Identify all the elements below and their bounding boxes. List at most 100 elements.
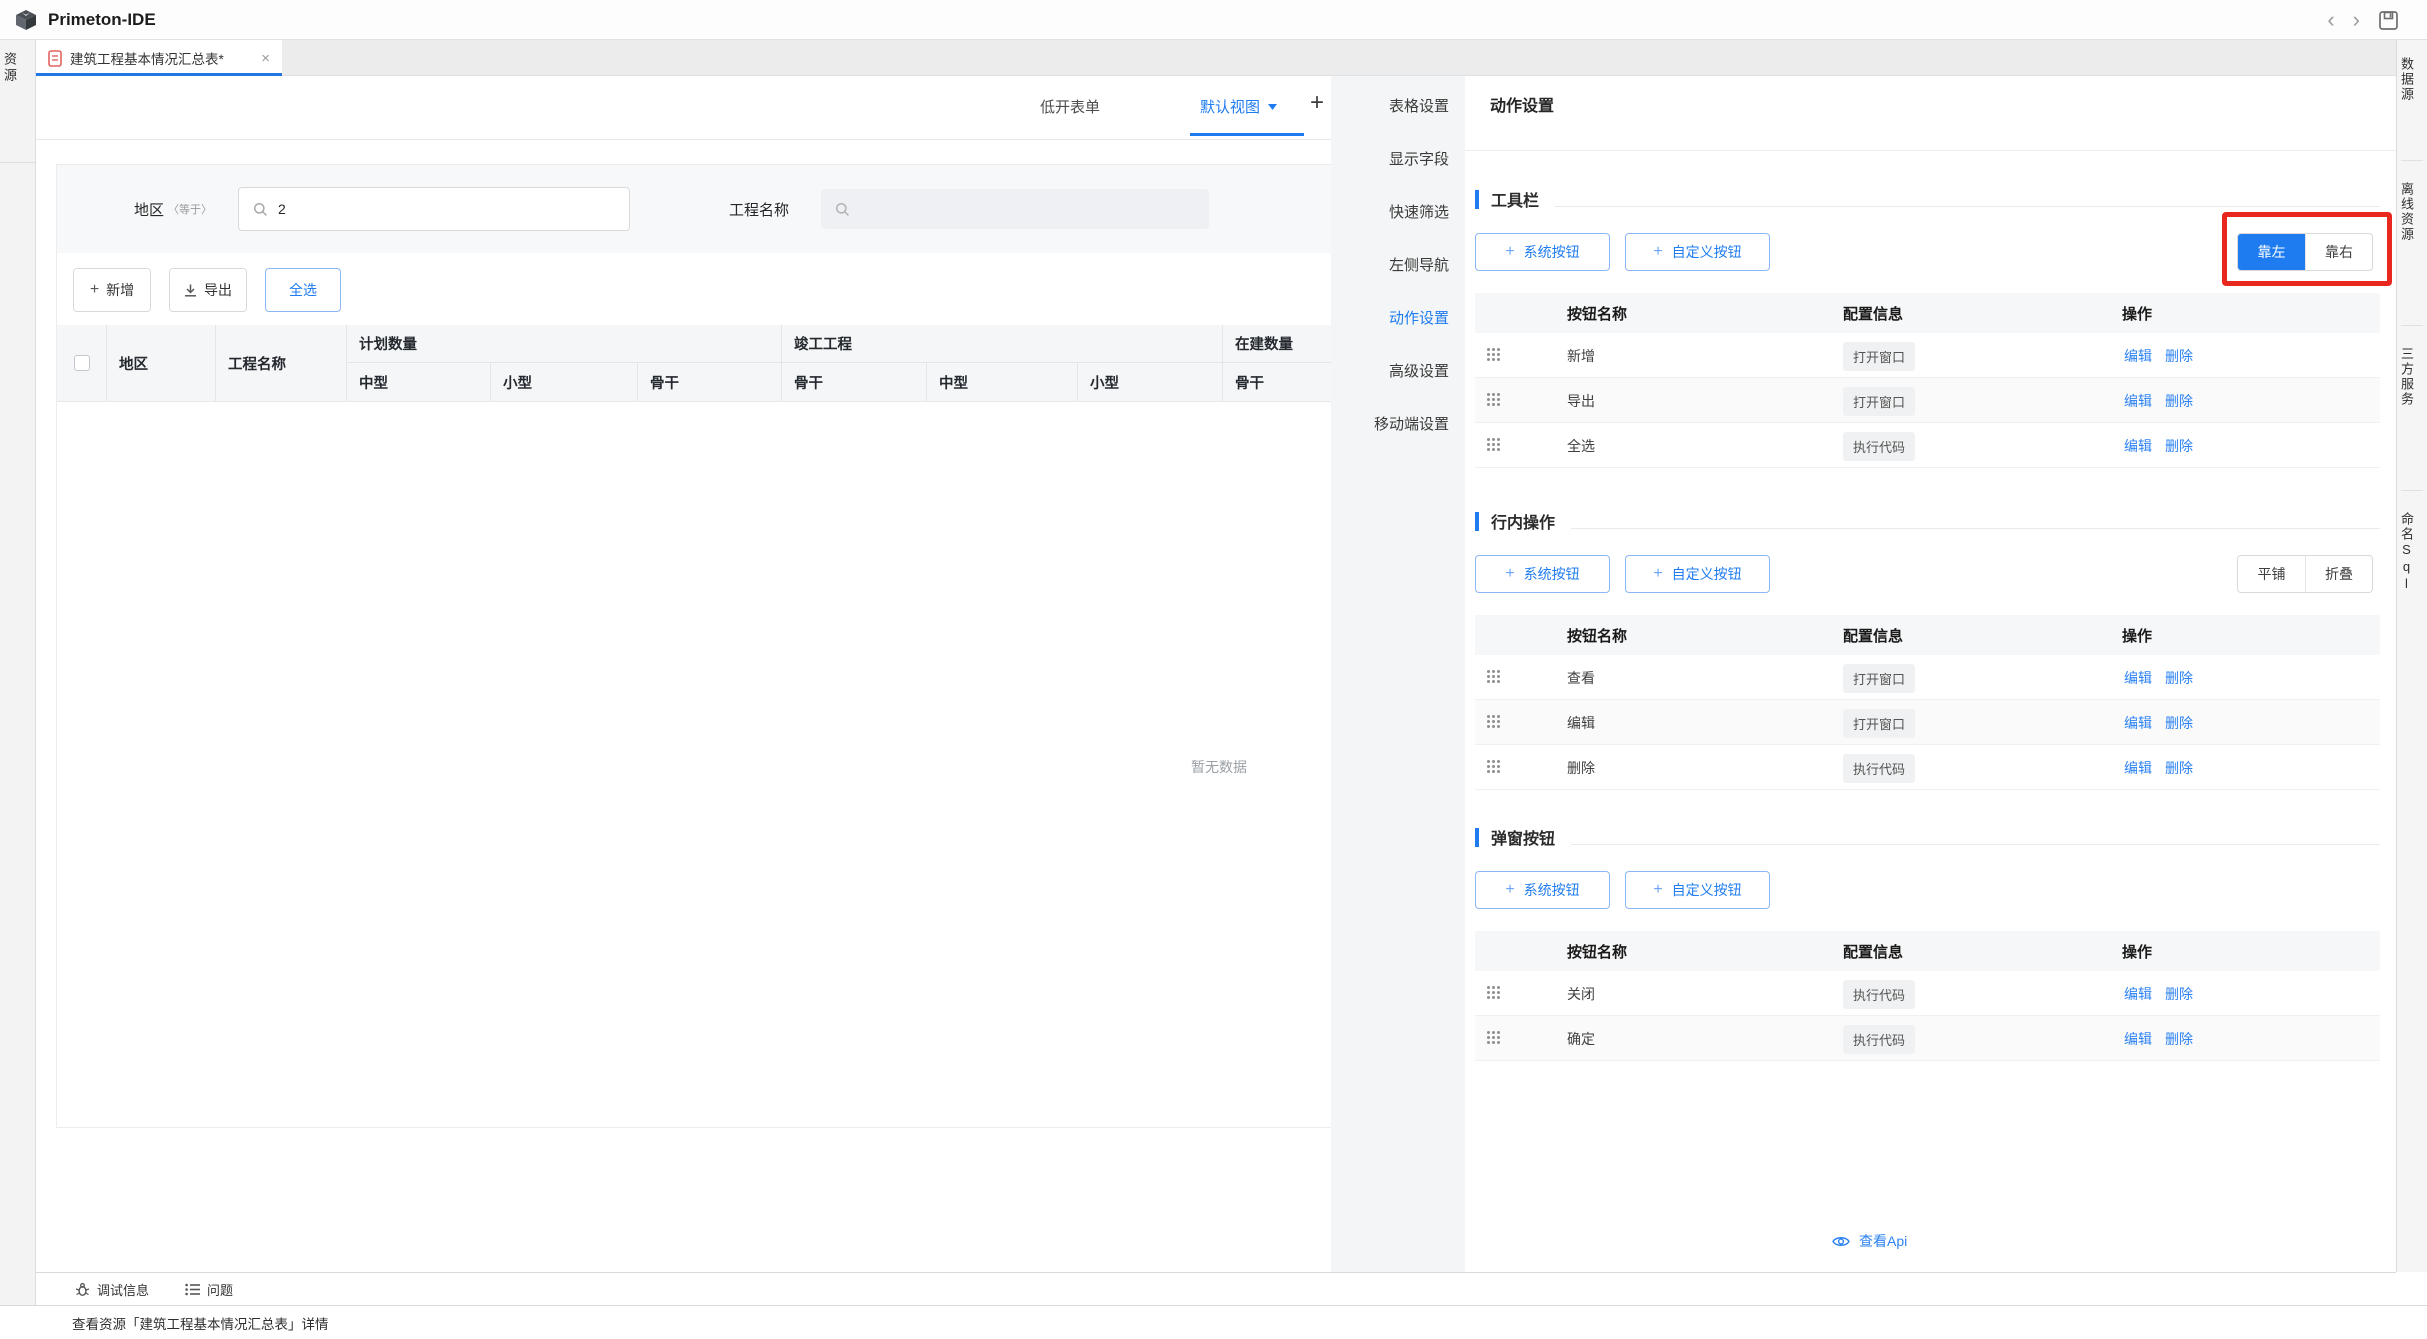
delete-row-link[interactable]: 删除 — [2165, 668, 2193, 688]
primeton-ide-window: Primeton-IDE ‹ › 资源 建筑工程基本情况汇总表* × — [0, 0, 2427, 1339]
toggle-option-2[interactable]: 靠右 — [2305, 234, 2372, 270]
drag-handle-icon[interactable] — [1487, 760, 1503, 776]
save-icon[interactable] — [2378, 10, 2399, 31]
edit-row-link[interactable]: 编辑 — [2124, 668, 2152, 688]
lowcode-form-label[interactable]: 低开表单 — [1040, 96, 1100, 117]
row-actions: 编辑删除 — [2124, 655, 2193, 700]
delete-row-link[interactable]: 删除 — [2165, 346, 2193, 366]
table-header-cell: 按钮名称 — [1567, 293, 1627, 333]
settings-menu-item-6[interactable]: 高级设置 — [1331, 344, 1465, 397]
add-button-label: 系统按钮 — [1524, 564, 1580, 584]
button-name-cell: 新增 — [1567, 333, 1595, 378]
sidebar-item-resources[interactable]: 资源 — [0, 52, 35, 84]
nav-forward-icon[interactable]: › — [2353, 9, 2360, 31]
app-logo-icon — [14, 8, 38, 32]
divider — [1571, 528, 2380, 529]
app-title: Primeton-IDE — [48, 10, 156, 30]
add-custom-button-button[interactable]: + 自定义按钮 — [1625, 233, 1770, 271]
add-system-button-button[interactable]: +系统按钮 — [1475, 871, 1610, 909]
add-view-button[interactable]: + — [1310, 89, 1324, 117]
tab-construction-summary[interactable]: 建筑工程基本情况汇总表* × — [36, 40, 282, 76]
nav-back-icon[interactable]: ‹ — [2327, 9, 2334, 31]
drag-handle-icon[interactable] — [1487, 1031, 1503, 1047]
section-accent-bar — [1475, 512, 1479, 531]
table-row: 编辑打开窗口编辑删除 — [1475, 700, 2380, 745]
plus-icon: + — [1653, 243, 1662, 261]
delete-row-link[interactable]: 删除 — [2165, 758, 2193, 778]
edit-row-link[interactable]: 编辑 — [2124, 346, 2152, 366]
grid-subcolumn-header: 骨干 — [638, 363, 782, 401]
table-header-cell: 操作 — [2122, 293, 2152, 333]
region-search-input[interactable]: 2 — [238, 187, 630, 231]
grid-group-header: 竣工工程 — [782, 325, 1223, 363]
plus-icon: + — [1505, 881, 1514, 899]
add-button-label: 自定义按钮 — [1672, 880, 1742, 900]
edit-row-link[interactable]: 编辑 — [2124, 984, 2152, 1004]
settings-menu-item-4[interactable]: 左侧导航 — [1331, 238, 1465, 291]
delete-row-link[interactable]: 删除 — [2165, 1029, 2193, 1049]
settings-menu-item-5[interactable]: 动作设置 — [1331, 291, 1465, 344]
right-strip-item-2[interactable]: 离线资源 — [2397, 182, 2427, 242]
add-system-button-button[interactable]: +系统按钮 — [1475, 233, 1610, 271]
settings-menu-item-1[interactable]: 表格设置 — [1331, 79, 1465, 132]
select-all-checkbox[interactable] — [74, 355, 90, 371]
section-accent-bar — [1475, 828, 1479, 847]
section-toolbar: +系统按钮 +自定义按钮 平铺折叠 — [1475, 555, 2380, 593]
section-toolbar: +系统按钮+自定义按钮 — [1475, 871, 2380, 909]
toggle-option-2[interactable]: 折叠 — [2305, 556, 2372, 592]
edit-row-link[interactable]: 编辑 — [2124, 758, 2152, 778]
drag-handle-icon[interactable] — [1487, 393, 1503, 409]
debug-info-button[interactable]: 调试信息 — [75, 1280, 149, 1299]
right-strip-item-4[interactable]: 命名Sql — [2397, 512, 2427, 593]
grid-button-3[interactable]: 全选 — [265, 268, 341, 312]
panel-title: 动作设置 — [1490, 92, 1554, 116]
edit-row-link[interactable]: 编辑 — [2124, 436, 2152, 456]
settings-menu-item-7[interactable]: 移动端设置 — [1331, 397, 1465, 450]
edit-row-link[interactable]: 编辑 — [2124, 1029, 2152, 1049]
toggle-option-1[interactable]: 平铺 — [2238, 556, 2305, 592]
buttons-table-header: 按钮名称配置信息操作 — [1475, 615, 2380, 655]
add-custom-button-button[interactable]: +自定义按钮 — [1625, 555, 1770, 593]
row-actions: 编辑删除 — [2124, 423, 2193, 468]
drag-handle-icon[interactable] — [1487, 348, 1503, 364]
grid-button-label: 全选 — [289, 280, 317, 300]
config-type-badge: 执行代码 — [1843, 432, 1915, 461]
view-api-link[interactable]: 查看Api — [1832, 1231, 1907, 1251]
table-row: 全选执行代码编辑删除 — [1475, 423, 2380, 468]
table-row: 确定执行代码编辑删除 — [1475, 1016, 2380, 1061]
toggle-option-1[interactable]: 靠左 — [2238, 234, 2305, 270]
drag-handle-icon[interactable] — [1487, 438, 1503, 454]
delete-row-link[interactable]: 删除 — [2165, 391, 2193, 411]
issues-button[interactable]: 问题 — [185, 1280, 233, 1299]
drag-handle-icon[interactable] — [1487, 670, 1503, 686]
settings-menu-item-3[interactable]: 快速筛选 — [1331, 185, 1465, 238]
section-header: 行内操作 — [1475, 510, 2380, 532]
table-header-cell: 操作 — [2122, 931, 2152, 971]
config-type-badge: 打开窗口 — [1843, 387, 1915, 416]
select-all-cell — [57, 325, 107, 401]
tab-close-icon[interactable]: × — [261, 50, 270, 67]
grid-button-2[interactable]: 导出 — [169, 268, 247, 312]
right-strip-item-3[interactable]: 三方服务 — [2397, 347, 2427, 407]
delete-row-link[interactable]: 删除 — [2165, 713, 2193, 733]
delete-row-link[interactable]: 删除 — [2165, 984, 2193, 1004]
section-header: 工具栏 — [1475, 188, 2380, 210]
add-button-label: 自定义按钮 — [1672, 242, 1742, 262]
config-type-badge: 打开窗口 — [1843, 664, 1915, 693]
drag-handle-icon[interactable] — [1487, 986, 1503, 1002]
edit-row-link[interactable]: 编辑 — [2124, 713, 2152, 733]
add-system-button-button[interactable]: +系统按钮 — [1475, 555, 1610, 593]
buttons-table: 按钮名称配置信息操作查看打开窗口编辑删除编辑打开窗口编辑删除删除执行代码编辑删除 — [1475, 615, 2380, 790]
project-name-search-input[interactable] — [821, 189, 1209, 229]
drag-handle-icon[interactable] — [1487, 715, 1503, 731]
settings-menu-item-2[interactable]: 显示字段 — [1331, 132, 1465, 185]
edit-row-link[interactable]: 编辑 — [2124, 391, 2152, 411]
default-view-selector[interactable]: 默认视图 — [1200, 96, 1277, 117]
section-toolbar: +系统按钮 + 自定义按钮 靠左靠右 — [1475, 233, 2380, 271]
empty-data-placeholder: 暂无数据 — [1157, 757, 1281, 777]
grid-subcolumn-header: 中型 — [347, 363, 491, 401]
grid-button-1[interactable]: +新增 — [73, 268, 151, 312]
add-custom-button-button[interactable]: +自定义按钮 — [1625, 871, 1770, 909]
right-strip-item-1[interactable]: 数据源 — [2397, 57, 2427, 102]
delete-row-link[interactable]: 删除 — [2165, 436, 2193, 456]
